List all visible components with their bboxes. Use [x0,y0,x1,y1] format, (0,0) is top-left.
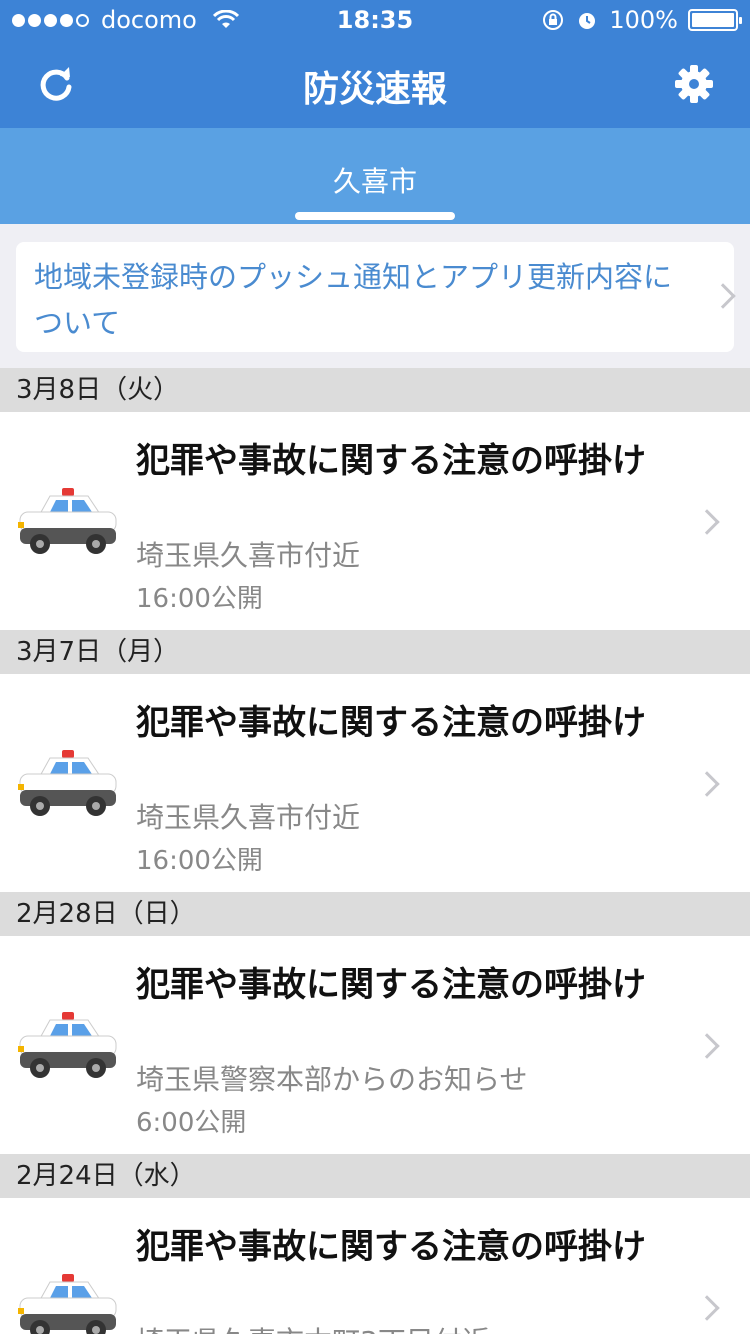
chevron-right-icon [694,509,720,535]
alarm-icon [579,13,596,29]
chevron-right-icon [694,1033,720,1059]
date-section-header: 3月7日（月） [0,630,750,674]
tab-selected-indicator [295,212,455,220]
item-location: 埼玉県警察本部からのお知らせ [136,1063,528,1096]
region-tab-bar: 久喜市 [0,128,750,224]
item-location: 埼玉県久喜市付近 [136,801,361,834]
item-title: 犯罪や事故に関する注意の呼掛け [136,703,646,743]
police-car-icon [18,750,117,816]
chevron-right-icon [694,771,720,797]
item-published-time: 16:00公開 [136,584,263,614]
list-item[interactable]: 犯罪や事故に関する注意の呼掛け 埼玉県久喜市本町3丁目付近 [0,1198,750,1334]
app-header: docomo 18:35 100% 防災速報 [0,0,750,128]
notice-card[interactable]: 地域未登録時のプッシュ通知とアプリ更新内容について [16,242,736,352]
status-bar: docomo 18:35 100% [0,0,750,40]
date-section-header: 2月24日（水） [0,1154,750,1198]
police-car-icon [18,1274,117,1334]
gear-icon[interactable] [674,64,714,104]
chevron-right-icon [710,283,736,309]
date-section-header: 3月8日（火） [0,368,750,412]
battery-icon [688,9,742,31]
list-item[interactable]: 犯罪や事故に関する注意の呼掛け 埼玉県久喜市付近 16:00公開 [0,412,750,630]
chevron-right-icon [694,1295,720,1321]
page-title: 防災速報 [302,69,447,110]
list-item[interactable]: 犯罪や事故に関する注意の呼掛け 埼玉県警察本部からのお知らせ 6:00公開 [0,936,750,1154]
list-item[interactable]: 犯罪や事故に関する注意の呼掛け 埼玉県久喜市付近 16:00公開 [0,674,750,892]
item-title: 犯罪や事故に関する注意の呼掛け [136,441,646,481]
item-title: 犯罪や事故に関する注意の呼掛け [136,1227,646,1267]
item-published-time: 16:00公開 [136,846,263,876]
police-car-icon [18,488,117,554]
item-location: 埼玉県久喜市付近 [136,539,361,572]
tab-kuki[interactable]: 久喜市 [0,160,750,200]
notice-text: 地域未登録時のプッシュ通知とアプリ更新内容について [34,260,673,340]
battery-percent: 100% [609,6,678,34]
nav-bar: 防災速報 [0,40,750,128]
date-section-header: 2月28日（日） [0,892,750,936]
police-car-icon [18,1012,117,1078]
item-title: 犯罪や事故に関する注意の呼掛け [136,965,646,1005]
item-published-time: 6:00公開 [136,1108,247,1138]
status-right: 100% [541,6,742,34]
item-location: 埼玉県久喜市本町3丁目付近 [136,1320,490,1334]
rotation-lock-icon [543,10,564,30]
